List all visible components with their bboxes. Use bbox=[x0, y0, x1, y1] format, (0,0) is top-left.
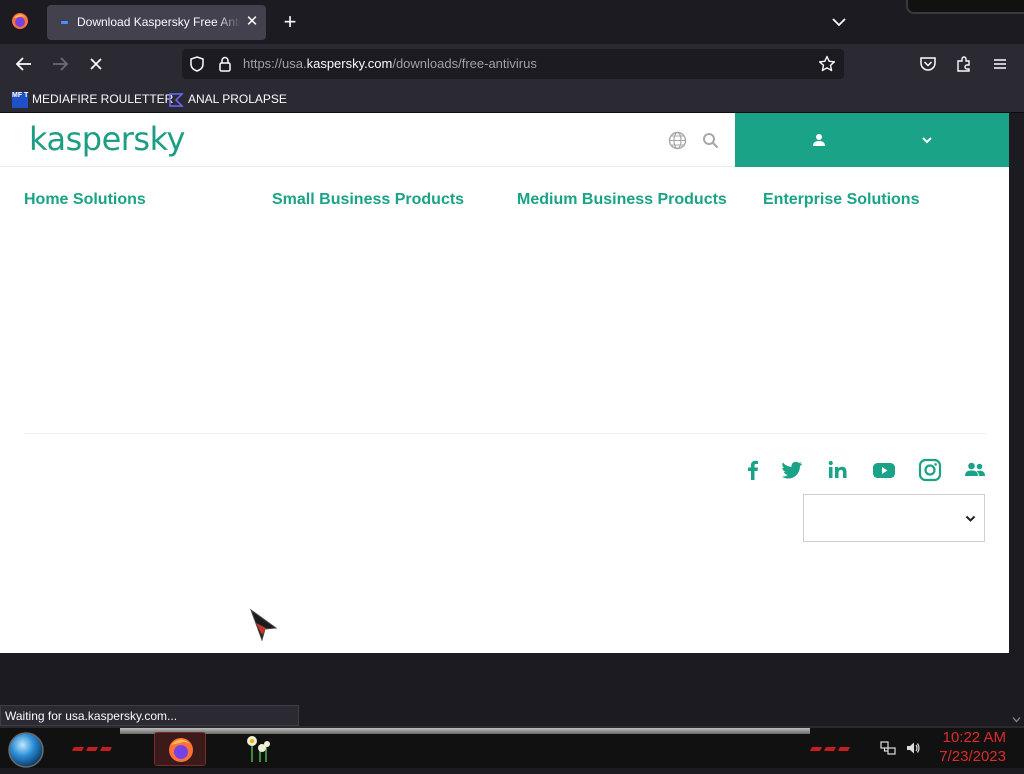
bookmarks-toolbar: MF T MEDIAFIRE ROULETTER ANAL PROLAPSE bbox=[0, 84, 1024, 113]
tracking-protection-shield-icon[interactable] bbox=[189, 56, 205, 72]
volume-icon[interactable] bbox=[905, 740, 921, 756]
app-menu-icon[interactable] bbox=[991, 55, 1009, 73]
community-icon[interactable] bbox=[962, 457, 988, 483]
lock-icon[interactable] bbox=[218, 56, 232, 72]
chevron-down-icon bbox=[964, 512, 977, 525]
network-icon[interactable] bbox=[880, 740, 896, 756]
flower-app-icon[interactable] bbox=[242, 732, 274, 766]
header-divider bbox=[0, 166, 735, 167]
forward-button[interactable] bbox=[47, 51, 73, 77]
bookmark-mediafire-rouletter[interactable]: MF T MEDIAFIRE ROULETTER bbox=[12, 90, 173, 108]
sigma-favicon bbox=[168, 92, 184, 108]
mediafire-favicon: MF T bbox=[12, 91, 28, 108]
region-select[interactable] bbox=[803, 494, 985, 542]
nav-small-business-products[interactable]: Small Business Products bbox=[272, 191, 464, 209]
nav-medium-business-products[interactable]: Medium Business Products bbox=[517, 191, 727, 209]
clock-date[interactable]: 7/23/2023 bbox=[930, 748, 1006, 765]
tab-strip: Download Kaspersky Free Antivirus ✕ + bbox=[0, 0, 1024, 44]
language-globe-icon[interactable] bbox=[668, 131, 687, 150]
url-domain: kaspersky.com bbox=[306, 56, 393, 71]
twitter-icon[interactable] bbox=[779, 457, 805, 483]
scroll-down-arrow-icon[interactable] bbox=[1012, 711, 1021, 723]
start-orb-icon[interactable] bbox=[7, 731, 45, 769]
bookmark-anal-prolapse[interactable]: ANAL PROLAPSE bbox=[168, 90, 287, 108]
search-icon[interactable] bbox=[702, 132, 719, 149]
navigation-toolbar: https://usa.kaspersky.com/downloads/free… bbox=[0, 44, 1024, 84]
youtube-icon[interactable] bbox=[871, 457, 897, 483]
list-all-tabs-icon[interactable] bbox=[829, 12, 849, 32]
nav-enterprise-solutions[interactable]: Enterprise Solutions bbox=[763, 191, 919, 209]
url-prefix: https://usa. bbox=[243, 56, 307, 71]
taskbar-red-lights-right bbox=[810, 742, 860, 752]
bookmark-label: ANAL PROLAPSE bbox=[188, 92, 287, 106]
kaspersky-logo[interactable]: kaspersky bbox=[29, 120, 185, 158]
url-bar[interactable]: https://usa.kaspersky.com/downloads/free… bbox=[182, 49, 844, 79]
bookmark-star-icon[interactable] bbox=[818, 55, 836, 73]
taskbar-red-lights-left bbox=[72, 742, 122, 752]
stop-loading-button[interactable] bbox=[83, 51, 109, 77]
taskbar-decoration bbox=[120, 728, 810, 734]
pocket-icon[interactable] bbox=[919, 55, 937, 73]
back-button[interactable] bbox=[11, 51, 37, 77]
linkedin-icon[interactable] bbox=[825, 457, 851, 483]
web-page: kaspersky Home Solutions Small Business … bbox=[0, 113, 1009, 653]
url-text[interactable]: https://usa.kaspersky.com/downloads/free… bbox=[243, 56, 537, 71]
taskbar: 10:22 AM 7/23/2023 bbox=[0, 726, 1024, 768]
account-menu[interactable] bbox=[735, 113, 1009, 167]
chevron-down-icon[interactable] bbox=[920, 133, 934, 147]
tab-kaspersky[interactable]: Download Kaspersky Free Antivirus ✕ bbox=[47, 5, 266, 40]
url-path: /downloads/free-antivirus bbox=[392, 56, 537, 71]
firefox-menu-icon[interactable] bbox=[11, 12, 29, 30]
firefox-taskbar-button[interactable] bbox=[154, 732, 206, 766]
nav-home-solutions[interactable]: Home Solutions bbox=[24, 191, 146, 209]
loading-tab-icon bbox=[61, 21, 68, 24]
close-tab-icon[interactable]: ✕ bbox=[244, 13, 260, 31]
footer-divider bbox=[24, 433, 986, 434]
tab-title: Download Kaspersky Free Antivirus bbox=[77, 15, 241, 29]
mouse-cursor-icon bbox=[249, 608, 278, 642]
instagram-icon[interactable] bbox=[917, 457, 943, 483]
new-tab-button[interactable]: + bbox=[279, 10, 301, 34]
status-panel: Waiting for usa.kaspersky.com... bbox=[0, 705, 299, 726]
extensions-icon[interactable] bbox=[955, 55, 973, 73]
facebook-icon[interactable] bbox=[740, 457, 766, 483]
user-icon[interactable] bbox=[812, 133, 826, 147]
window-frame-decoration bbox=[906, 0, 1024, 14]
bookmark-label: MEDIAFIRE ROULETTER bbox=[32, 92, 174, 106]
clock-time[interactable]: 10:22 AM bbox=[930, 729, 1006, 746]
scrollbar-track[interactable] bbox=[1009, 113, 1024, 723]
